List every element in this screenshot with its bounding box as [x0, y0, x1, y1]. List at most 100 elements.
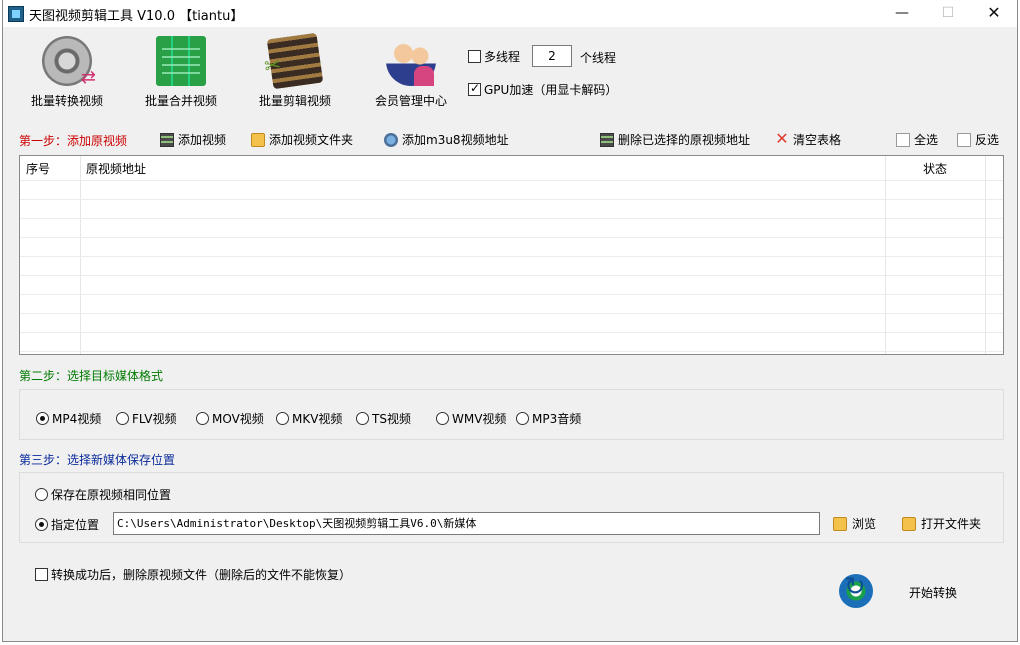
column-source-path[interactable]: 原视频地址 [86, 160, 146, 177]
column-status[interactable]: 状态 [923, 160, 947, 177]
step2-label: 第二步：选择目标媒体格式 [19, 369, 164, 383]
format-mp3-radio[interactable]: MP3音频 [516, 410, 581, 427]
gpu-label: GPU加速（用显卡解码） [484, 83, 618, 97]
minimize-button[interactable]: — [879, 0, 925, 27]
table-row-divider [20, 351, 1003, 352]
radio-dot[interactable] [276, 412, 289, 425]
open-folder-icon [902, 516, 916, 531]
browse-label: 浏览 [852, 517, 877, 531]
radio-dot[interactable] [436, 412, 449, 425]
start-convert-icon[interactable] [839, 572, 873, 608]
batch-merge-label: 批量合并视频 [144, 94, 217, 108]
multithread-checkbox[interactable]: 多线程 [468, 48, 520, 65]
format-ts-radio[interactable]: TS视频 [356, 410, 411, 427]
format-group: MP4视频 FLV视频 MOV视频 MKV视频 TS视频 WMV视频 MP3音频 [19, 389, 1004, 440]
table-row-divider [20, 218, 1003, 219]
format-mov-label: MOV视频 [212, 412, 264, 426]
radio-dot[interactable] [196, 412, 209, 425]
gpu-box[interactable] [468, 81, 481, 96]
invert-select-button[interactable]: 反选 [957, 131, 999, 148]
add-video-label: 添加视频 [178, 133, 227, 147]
radio-dot[interactable] [35, 518, 48, 531]
open-folder-button[interactable]: 打开文件夹 [902, 515, 981, 532]
custom-location-radio[interactable]: 指定位置 [35, 516, 99, 533]
gpu-checkbox[interactable]: GPU加速（用显卡解码） [468, 81, 617, 98]
radio-dot[interactable] [356, 412, 369, 425]
table-row-divider [20, 275, 1003, 276]
radio-dot[interactable] [516, 412, 529, 425]
add-video-icon [160, 132, 174, 147]
app-logo-icon [8, 6, 24, 22]
format-mkv-label: MKV视频 [292, 412, 343, 426]
table-row-divider [20, 199, 1003, 200]
table-header: 序号 原视频地址 状态 [20, 156, 1003, 180]
step1-label: 第一步：添加原视频 [19, 134, 128, 148]
table-col-divider [885, 156, 886, 354]
browse-button[interactable]: 浏览 [833, 515, 876, 532]
title-bar: 天图视频剪辑工具 V10.0 【tiantu】 — ☐ ✕ [3, 0, 1017, 27]
delete-after-box[interactable] [35, 568, 48, 581]
folder-icon [251, 132, 265, 147]
open-folder-label: 打开文件夹 [921, 517, 982, 531]
batch-merge-button[interactable]: 批量合并视频 [135, 36, 227, 109]
radio-dot[interactable] [36, 412, 49, 425]
column-index[interactable]: 序号 [26, 160, 50, 177]
clear-x-icon: ✕ [775, 128, 789, 148]
clear-table-label: 清空表格 [793, 133, 842, 147]
table-row-divider [20, 332, 1003, 333]
add-folder-label: 添加视频文件夹 [269, 133, 354, 147]
same-location-label: 保存在原视频相同位置 [51, 488, 172, 502]
add-folder-button[interactable]: 添加视频文件夹 [251, 131, 353, 148]
delete-after-checkbox[interactable]: 转换成功后，删除原视频文件（删除后的文件不能恢复） [35, 566, 351, 583]
delete-after-label: 转换成功后，删除原视频文件（删除后的文件不能恢复） [51, 568, 352, 582]
app-window: 天图视频剪辑工具 V10.0 【tiantu】 — ☐ ✕ 批量转换视频 批量合… [2, 0, 1018, 642]
browse-folder-icon [833, 516, 847, 531]
format-mp4-radio[interactable]: MP4视频 [36, 410, 101, 427]
table-row-divider [20, 237, 1003, 238]
document-icon [957, 132, 971, 147]
format-mov-radio[interactable]: MOV视频 [196, 410, 264, 427]
format-flv-radio[interactable]: FLV视频 [116, 410, 176, 427]
format-wmv-label: WMV视频 [452, 412, 507, 426]
select-all-label: 全选 [914, 133, 939, 147]
format-flv-label: FLV视频 [132, 412, 177, 426]
table-row-divider [20, 313, 1003, 314]
clear-table-button[interactable]: ✕ 清空表格 [775, 128, 842, 148]
table-row-divider [20, 256, 1003, 257]
save-path-input[interactable]: C:\Users\Administrator\Desktop\天图视频剪辑工具V… [113, 512, 820, 535]
custom-location-label: 指定位置 [51, 518, 100, 532]
film-reel-convert-icon [42, 36, 96, 88]
format-mp4-label: MP4视频 [52, 412, 102, 426]
document-icon [896, 132, 910, 147]
format-mp3-label: MP3音频 [532, 412, 582, 426]
batch-cut-button[interactable]: 批量剪辑视频 [249, 32, 341, 109]
window-title: 天图视频剪辑工具 V10.0 【tiantu】 [29, 9, 244, 24]
maximize-button[interactable]: ☐ [925, 0, 971, 27]
add-video-button[interactable]: 添加视频 [160, 131, 226, 148]
delete-selected-button[interactable]: 删除已选择的原视频地址 [600, 131, 750, 148]
batch-cut-label: 批量剪辑视频 [258, 94, 331, 108]
start-convert-button[interactable]: 开始转换 [909, 584, 957, 601]
member-center-button[interactable]: 会员管理中心 [365, 36, 457, 109]
select-all-button[interactable]: 全选 [896, 131, 938, 148]
batch-convert-button[interactable]: 批量转换视频 [21, 36, 113, 109]
radio-dot[interactable] [116, 412, 129, 425]
table-col-divider [80, 156, 81, 354]
multithread-label: 多线程 [484, 50, 521, 64]
network-icon [384, 132, 398, 147]
step3-label: 第三步：选择新媒体保存位置 [19, 453, 176, 467]
close-button[interactable]: ✕ [971, 0, 1017, 27]
same-location-radio[interactable]: 保存在原视频相同位置 [35, 486, 171, 503]
invert-select-label: 反选 [975, 133, 1000, 147]
multithread-box[interactable] [468, 50, 481, 63]
format-ts-label: TS视频 [372, 412, 411, 426]
format-mkv-radio[interactable]: MKV视频 [276, 410, 342, 427]
format-wmv-radio[interactable]: WMV视频 [436, 410, 506, 427]
table-row-divider [20, 180, 1003, 181]
batch-convert-label: 批量转换视频 [30, 94, 103, 108]
add-m3u8-button[interactable]: 添加m3u8视频地址 [384, 131, 509, 148]
thread-count-input[interactable]: 2 [532, 45, 572, 67]
video-table[interactable]: 序号 原视频地址 状态 [19, 155, 1004, 355]
radio-dot[interactable] [35, 488, 48, 501]
thread-suffix-label: 个线程 [580, 51, 617, 65]
